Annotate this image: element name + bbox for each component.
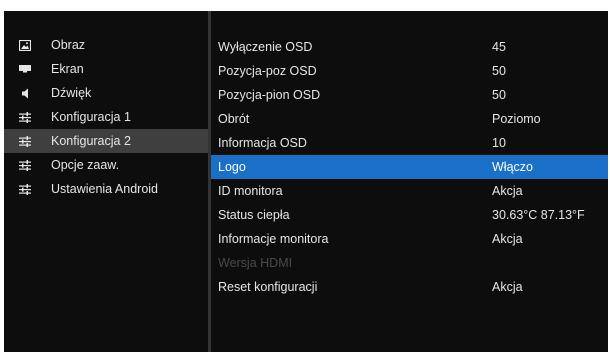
- setting-row-osd-v-position[interactable]: Pozycja-pion OSD 50: [211, 83, 608, 107]
- setting-label: Obrót: [218, 112, 250, 126]
- setting-value: Poziomo: [492, 112, 541, 126]
- menu-item-opcje-zaaw[interactable]: Opcje zaaw.: [4, 153, 208, 177]
- menu-item-konfiguracja-2[interactable]: Konfiguracja 2: [4, 129, 208, 153]
- setting-value: 10: [492, 136, 506, 150]
- sliders-icon: [18, 135, 32, 147]
- setting-label: Pozycja-pion OSD: [218, 88, 321, 102]
- setting-label: Wyłączenie OSD: [218, 40, 313, 54]
- setting-label: Wersja HDMI: [218, 256, 293, 270]
- setting-label: Reset konfiguracji: [218, 280, 318, 294]
- setting-label: Status ciepła: [218, 208, 290, 222]
- setting-row-monitor-info[interactable]: Informacje monitora Akcja: [211, 227, 608, 251]
- monitor-icon: [18, 63, 32, 75]
- menu-item-label: Konfiguracja 2: [51, 134, 131, 148]
- setting-value: Akcja: [492, 280, 523, 294]
- setting-value: Akcja: [492, 184, 523, 198]
- setting-row-logo[interactable]: Logo Włączo: [211, 155, 608, 179]
- main-menu: Obraz Ekran Dźwięk Konfiguracja 1 Konfig…: [4, 33, 208, 201]
- sliders-icon: [18, 183, 32, 195]
- setting-label: Informacja OSD: [218, 136, 307, 150]
- setting-value: 50: [492, 88, 506, 102]
- setting-label: Informacje monitora: [218, 232, 329, 246]
- menu-item-label: Obraz: [51, 38, 86, 52]
- menu-item-konfiguracja-1[interactable]: Konfiguracja 1: [4, 105, 208, 129]
- setting-label: ID monitora: [218, 184, 283, 198]
- menu-item-label: Dźwięk: [51, 86, 92, 100]
- setting-row-monitor-id[interactable]: ID monitora Akcja: [211, 179, 608, 203]
- menu-item-obraz[interactable]: Obraz: [4, 33, 208, 57]
- setting-row-osd-timeout[interactable]: Wyłączenie OSD 45: [211, 35, 608, 59]
- menu-item-label: Opcje zaaw.: [51, 158, 120, 172]
- setting-label: Pozycja-poz OSD: [218, 64, 317, 78]
- speaker-icon: [18, 87, 32, 99]
- setting-row-hdmi-version: Wersja HDMI: [211, 251, 608, 275]
- setting-row-osd-h-position[interactable]: Pozycja-poz OSD 50: [211, 59, 608, 83]
- setting-value: Włączo: [492, 160, 533, 174]
- sliders-icon: [18, 111, 32, 123]
- setting-row-reset-config[interactable]: Reset konfiguracji Akcja: [211, 275, 608, 299]
- setting-value: 50: [492, 64, 506, 78]
- menu-item-dzwiek[interactable]: Dźwięk: [4, 81, 208, 105]
- osd-panel: Obraz Ekran Dźwięk Konfiguracja 1 Konfig…: [4, 11, 608, 352]
- setting-value: 30.63°C 87.13°F: [492, 208, 585, 222]
- setting-value: Akcja: [492, 232, 523, 246]
- setting-row-rotation[interactable]: Obrót Poziomo: [211, 107, 608, 131]
- sliders-icon: [18, 159, 32, 171]
- setting-value: 45: [492, 40, 506, 54]
- setting-row-osd-info[interactable]: Informacja OSD 10: [211, 131, 608, 155]
- setting-label: Logo: [218, 160, 246, 174]
- image-icon: [18, 39, 32, 51]
- menu-item-label: Ekran: [51, 62, 84, 76]
- menu-item-label: Ustawienia Android: [51, 182, 159, 196]
- osd-screen: Obraz Ekran Dźwięk Konfiguracja 1 Konfig…: [0, 0, 610, 352]
- menu-item-ekran[interactable]: Ekran: [4, 57, 208, 81]
- menu-item-ustawienia-android[interactable]: Ustawienia Android: [4, 177, 208, 201]
- settings-list: Wyłączenie OSD 45 Pozycja-poz OSD 50 Poz…: [211, 35, 608, 299]
- menu-item-label: Konfiguracja 1: [51, 110, 131, 124]
- setting-row-heat-status[interactable]: Status ciepła 30.63°C 87.13°F: [211, 203, 608, 227]
